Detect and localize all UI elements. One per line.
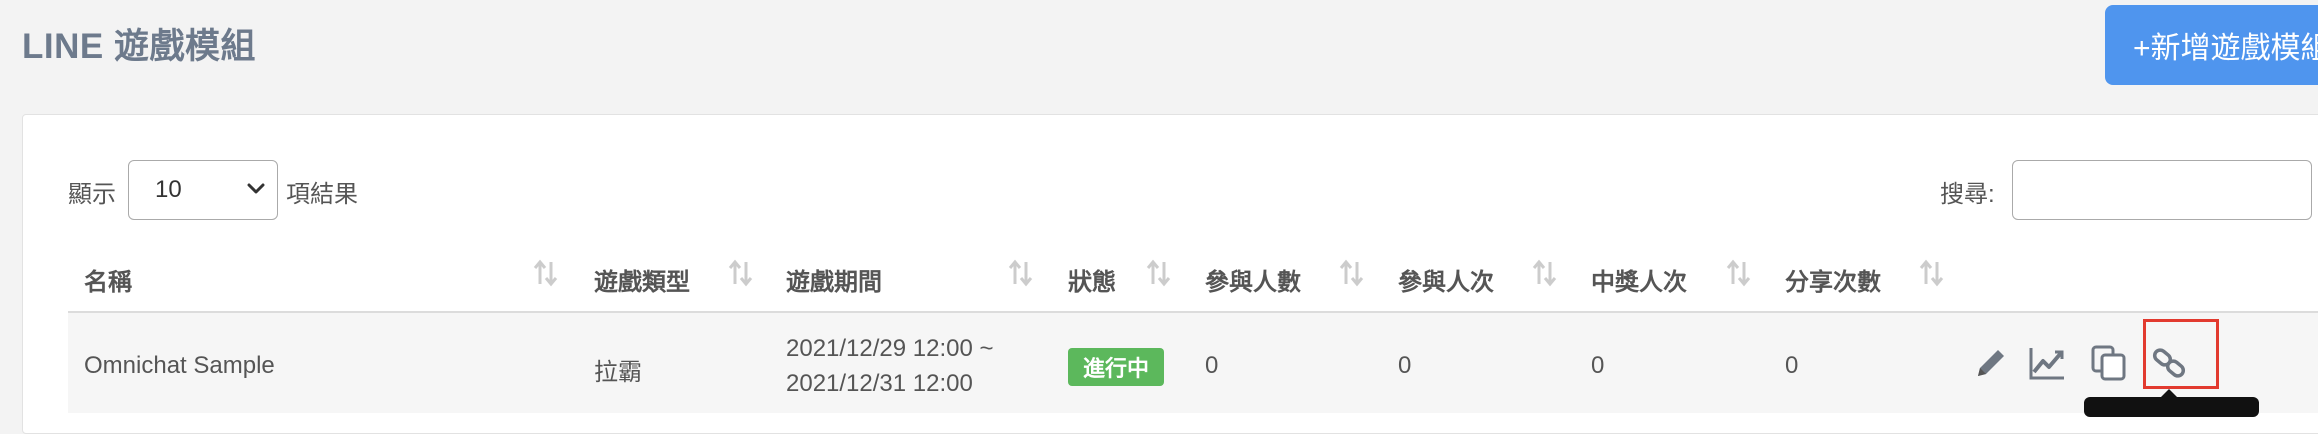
- column-header-shares[interactable]: 分享次數: [1785, 262, 1881, 297]
- column-header-participants[interactable]: 參與人數: [1205, 262, 1301, 297]
- search-input[interactable]: [2012, 160, 2312, 220]
- add-game-module-button[interactable]: +新增遊戲模組: [2105, 5, 2318, 85]
- column-header-name[interactable]: 名稱: [84, 262, 132, 297]
- status-badge: 進行中: [1068, 348, 1164, 386]
- length-result-label: 項結果: [286, 181, 358, 208]
- cell-period-start: 2021/12/29 12:00 ~: [786, 335, 994, 362]
- sort-icon[interactable]: [1145, 258, 1173, 288]
- cell-participants: 0: [1205, 352, 1219, 379]
- pencil-icon[interactable]: [1972, 344, 2010, 382]
- cell-shares: 0: [1785, 352, 1799, 379]
- cell-period-end: 2021/12/31 12:00: [786, 370, 973, 397]
- page-length-value: 10: [155, 176, 182, 203]
- column-header-winners[interactable]: 中獎人次: [1591, 262, 1687, 297]
- page-length-select[interactable]: 10: [128, 160, 278, 220]
- sort-icon[interactable]: [1531, 258, 1559, 288]
- copy-icon[interactable]: [2090, 344, 2128, 382]
- tooltip: [2084, 397, 2259, 417]
- column-header-type[interactable]: 遊戲類型: [594, 262, 690, 297]
- cell-participations: 0: [1398, 352, 1412, 379]
- column-header-status[interactable]: 狀態: [1068, 262, 1116, 297]
- sort-icon[interactable]: [727, 258, 755, 288]
- sort-icon[interactable]: [1725, 258, 1753, 288]
- length-show-label: 顯示: [68, 181, 116, 208]
- column-header-participations[interactable]: 參與人次: [1398, 262, 1494, 297]
- sort-icon[interactable]: [532, 258, 560, 288]
- sort-icon[interactable]: [1007, 258, 1035, 288]
- line-chart-icon[interactable]: [2028, 344, 2066, 382]
- column-header-period[interactable]: 遊戲期間: [786, 262, 882, 297]
- sort-icon[interactable]: [1918, 258, 1946, 288]
- cell-name: Omnichat Sample: [84, 352, 275, 379]
- chevron-down-icon: [247, 183, 265, 194]
- sort-icon[interactable]: [1338, 258, 1366, 288]
- search-label: 搜尋:: [1940, 181, 1995, 208]
- cell-winners: 0: [1591, 352, 1605, 379]
- cell-type: 拉霸: [594, 359, 642, 386]
- page-title: LINE 遊戲模組: [22, 27, 256, 66]
- highlight-box: [2143, 319, 2219, 389]
